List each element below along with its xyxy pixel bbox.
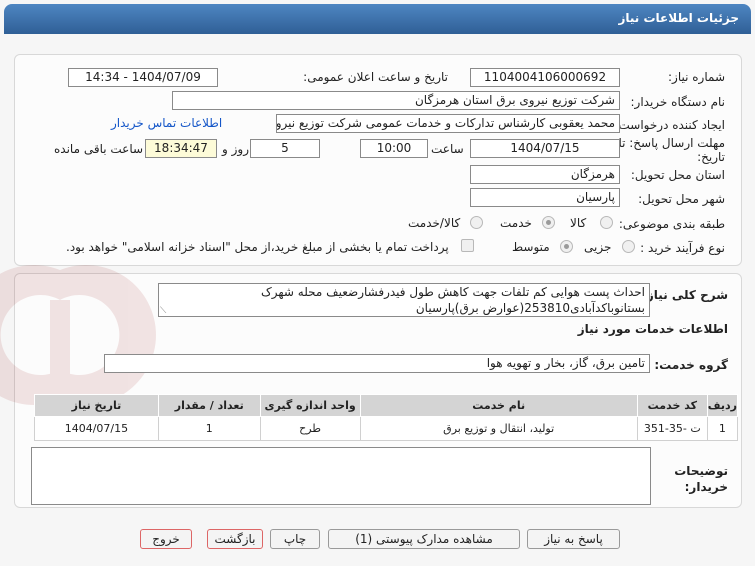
cell-service-code: ت -35-351: [636, 416, 708, 441]
buyer-contact-link[interactable]: اطلاعات تماس خریدار: [111, 116, 222, 130]
buyer-org-label: نام دستگاه خریدار:: [630, 95, 726, 109]
description-field: احداث پست هوایی کم تلفات جهت کاهش طول فی…: [158, 283, 650, 317]
print-button[interactable]: چاپ: [270, 529, 320, 549]
col-name-header: نام خدمت: [359, 394, 638, 417]
announce-date-label: تاریخ و ساعت اعلان عمومی:: [303, 70, 448, 84]
page-title-bar: جزئیات اطلاعات نیاز: [4, 4, 751, 34]
announce-date-field: 1404/07/09 - 14:34: [68, 68, 218, 87]
col-date-header: تاریخ نیاز: [34, 394, 159, 417]
service-group-label: گروه خدمت:: [654, 358, 728, 372]
reply-button[interactable]: پاسخ به نیاز: [527, 529, 620, 549]
buyer-notes-label-2: خریدار:: [684, 480, 728, 494]
deadline-label: مهلت ارسال پاسخ: تا: [618, 136, 725, 150]
category-radio-goods-service[interactable]: [470, 216, 483, 229]
category-radio-service[interactable]: [542, 216, 555, 229]
col-row-header: ردیف: [706, 394, 739, 417]
deadline-date-field: 1404/07/15: [470, 139, 620, 158]
need-number-label: شماره نیاز:: [668, 70, 725, 84]
deadline-date-label: تاریخ:: [697, 150, 725, 164]
deadline-time-label: ساعت: [431, 142, 464, 156]
cell-row-number: 1: [706, 416, 739, 441]
category-option-service: خدمت: [500, 216, 532, 230]
process-radio-minor[interactable]: [622, 240, 635, 253]
city-field: پارسیان: [470, 188, 620, 207]
category-radio-goods[interactable]: [600, 216, 613, 229]
services-section-title: اطلاعات خدمات مورد نیاز: [577, 322, 728, 336]
days-label: روز و: [222, 142, 249, 156]
remaining-time-label: ساعت باقی مانده: [54, 142, 144, 156]
cell-service-name: تولید، انتقال و توزیع برق: [359, 416, 638, 441]
category-option-goods-service: کالا/خدمت: [408, 216, 461, 230]
province-label: استان محل تحویل:: [630, 168, 725, 182]
back-button[interactable]: بازگشت: [207, 529, 263, 549]
city-label: شهر محل تحویل:: [638, 192, 725, 206]
process-option-medium: متوسط: [512, 240, 550, 254]
cell-quantity: 1: [157, 416, 261, 441]
process-option-minor: جزیی: [584, 240, 612, 254]
service-group-field: تامین برق، گاز، بخار و تهویه هوا: [104, 354, 650, 373]
col-unit-header: واحد اندازه گیری: [259, 394, 361, 417]
treasury-payment-checkbox[interactable]: [461, 239, 474, 252]
col-code-header: کد خدمت: [636, 394, 708, 417]
buyer-org-field: شرکت توزیع نیروی برق استان هرمزگان: [172, 91, 620, 110]
exit-button[interactable]: خروج: [140, 529, 192, 549]
remaining-time-field: 18:34:47: [145, 139, 217, 158]
province-field: هرمزگان: [470, 165, 620, 184]
view-attachments-button[interactable]: مشاهده مدارک پیوستی (1): [328, 529, 520, 549]
treasury-payment-text: پرداخت تمام یا بخشی از مبلغ خرید،از محل …: [66, 240, 449, 254]
process-radio-medium[interactable]: [560, 240, 573, 253]
process-type-label: نوع فرآیند خرید :: [640, 241, 725, 255]
category-option-goods: کالا: [570, 216, 587, 230]
description-label: شرح کلی نیاز:: [642, 288, 728, 302]
buyer-notes-field[interactable]: [31, 447, 651, 505]
page-title: جزئیات اطلاعات نیاز: [618, 11, 739, 25]
services-table: ردیف کد خدمت نام خدمت واحد اندازه گیری ت…: [34, 394, 739, 441]
table-row: 1 ت -35-351 تولید، انتقال و توزیع برق طر…: [34, 416, 739, 441]
creator-label: ایجاد کننده درخواست:: [614, 118, 725, 132]
deadline-time-field: 10:00: [360, 139, 428, 158]
col-quantity-header: تعداد / مقدار: [157, 394, 261, 417]
creator-field: محمد یعقوبی کارشناس تدارکات و خدمات عموم…: [276, 114, 620, 133]
buyer-notes-label: توضیحات: [674, 464, 728, 478]
remaining-days-field: 5: [250, 139, 320, 158]
category-label: طبقه بندی موضوعی:: [618, 217, 725, 231]
need-number-field: 1104004106000692: [470, 68, 620, 87]
cell-need-date: 1404/07/15: [34, 416, 159, 441]
cell-unit: طرح: [259, 416, 361, 441]
resize-grip-icon[interactable]: ⟋: [160, 306, 166, 316]
